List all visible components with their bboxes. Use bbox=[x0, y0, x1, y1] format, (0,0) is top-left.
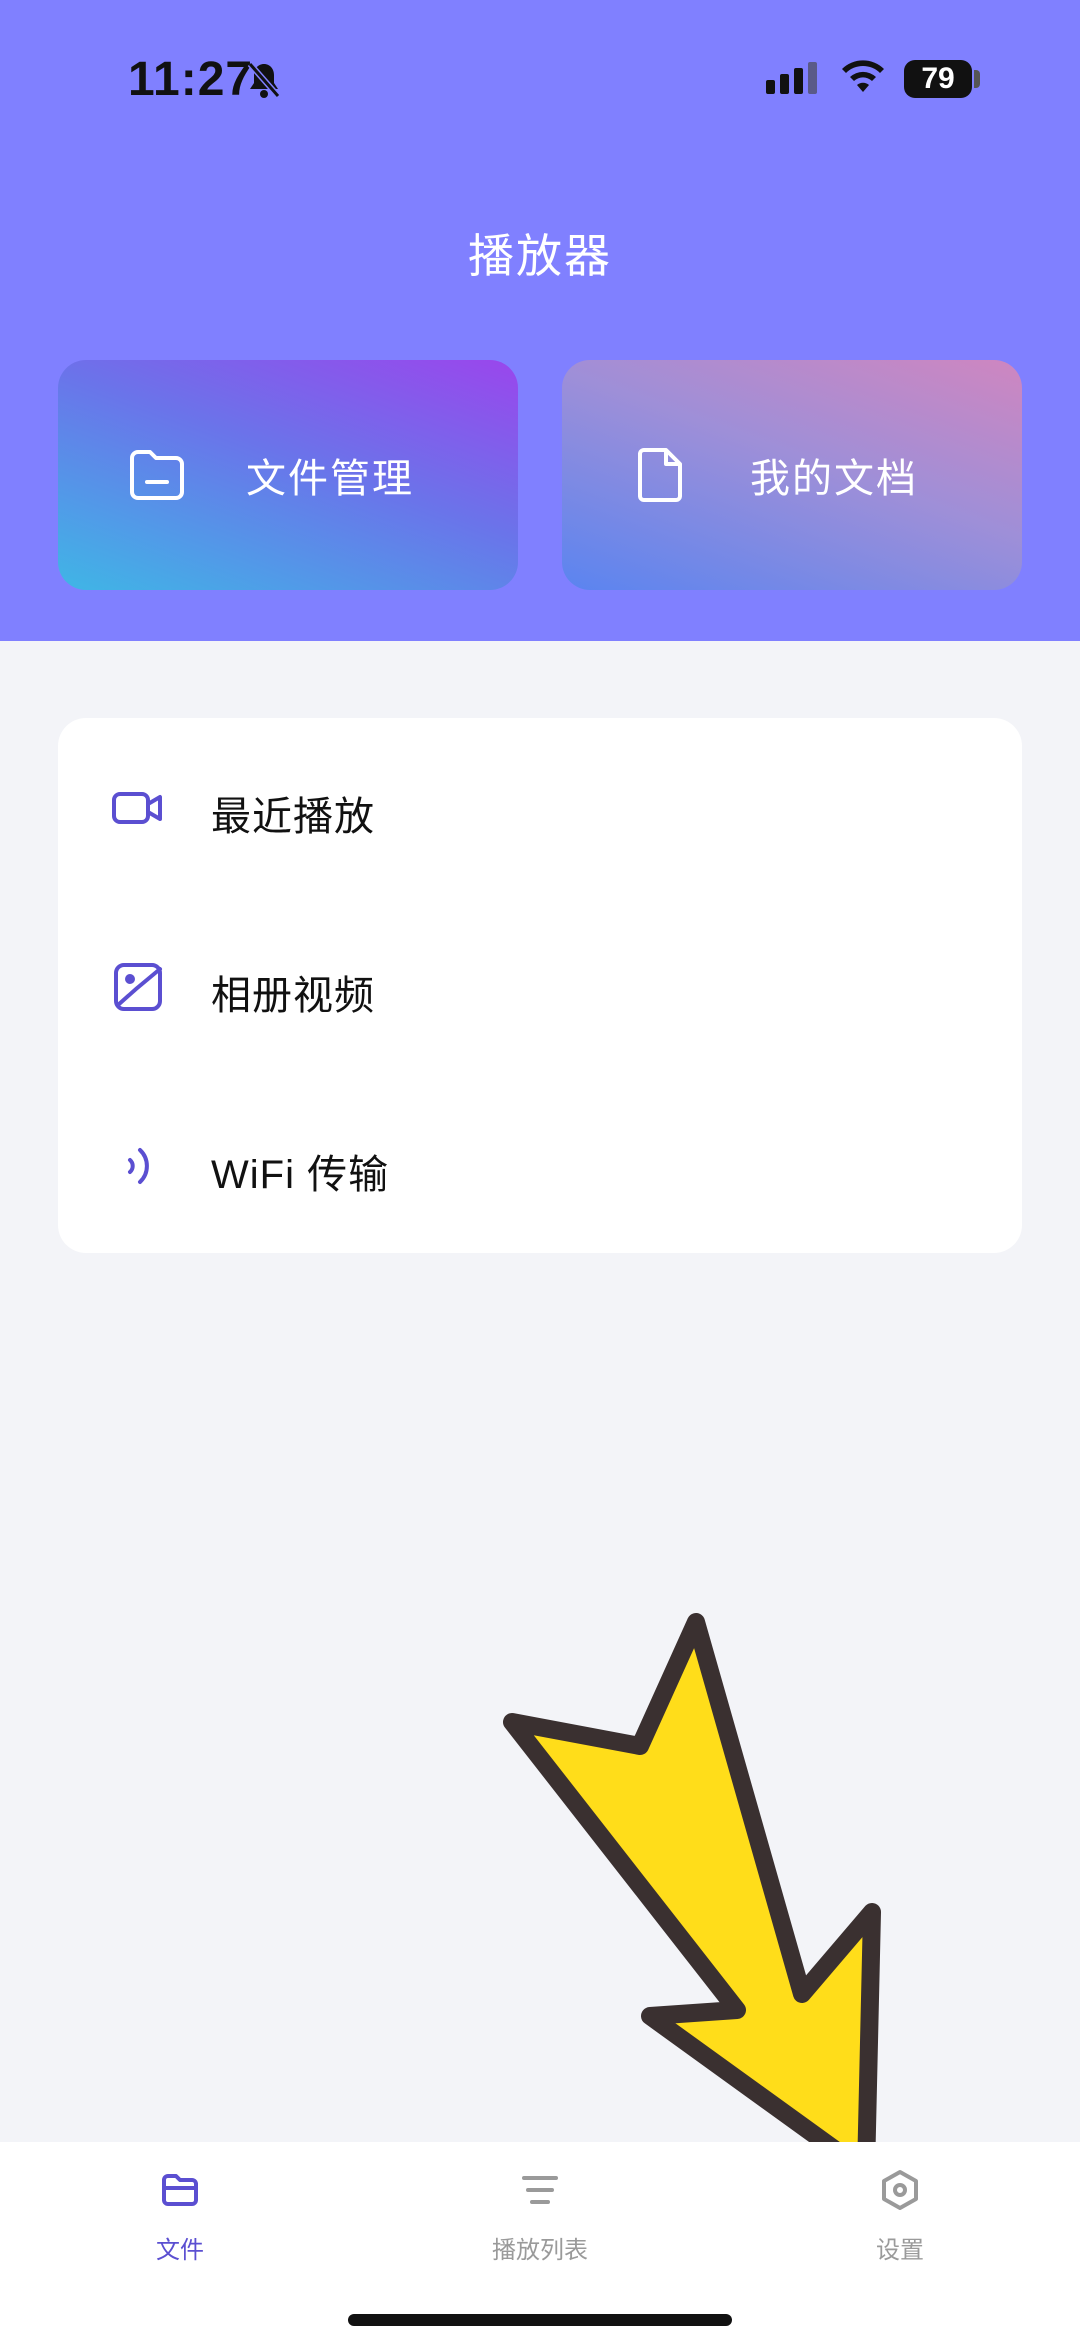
my-documents-label: 我的文档 bbox=[750, 457, 918, 501]
home-indicator bbox=[348, 2314, 732, 2326]
folder-icon bbox=[162, 2174, 198, 2206]
document-icon bbox=[638, 448, 682, 502]
file-manager-label: 文件管理 bbox=[246, 457, 414, 501]
menu-item-label: WiFi 传输 bbox=[211, 1153, 390, 1197]
tab-label: 文件 bbox=[156, 2237, 204, 2264]
annotation-arrow bbox=[503, 1613, 881, 2181]
file-manager-card[interactable]: 文件管理 bbox=[58, 360, 518, 590]
bell-muted-icon bbox=[247, 62, 281, 98]
menu-item-wifi-transfer[interactable]: WiFi 传输 bbox=[58, 1106, 1022, 1226]
page-title: 播放器 bbox=[468, 230, 612, 282]
app-header: 11:27 79 播放器 文件管理 我的文档 bbox=[0, 0, 1080, 641]
list-icon bbox=[522, 2176, 558, 2204]
folder-icon bbox=[130, 450, 184, 500]
menu-item-label: 最近播放 bbox=[211, 795, 375, 839]
tab-settings[interactable]: 设置 bbox=[800, 2142, 1000, 2292]
battery-level: 79 bbox=[921, 62, 955, 95]
tab-playlist[interactable]: 播放列表 bbox=[440, 2142, 640, 2292]
battery-indicator: 79 bbox=[904, 60, 972, 98]
tab-label: 播放列表 bbox=[492, 2237, 588, 2264]
wifi-status-icon bbox=[842, 60, 884, 92]
battery-cap bbox=[974, 70, 980, 88]
wifi-signal-icon bbox=[128, 1148, 149, 1184]
tab-label: 设置 bbox=[876, 2237, 924, 2264]
cellular-signal-icon bbox=[766, 62, 817, 94]
status-time: 11:27 bbox=[128, 53, 254, 106]
menu-item-recent-play[interactable]: 最近播放 bbox=[58, 748, 1022, 868]
menu-card: 最近播放 相册视频 WiFi 传输 bbox=[58, 718, 1022, 1253]
video-camera-icon bbox=[112, 792, 162, 824]
my-documents-card[interactable]: 我的文档 bbox=[562, 360, 1022, 590]
menu-item-label: 相册视频 bbox=[211, 974, 375, 1018]
menu-item-album-videos[interactable]: 相册视频 bbox=[58, 927, 1022, 1047]
tab-files[interactable]: 文件 bbox=[80, 2142, 280, 2292]
photo-gallery-icon bbox=[114, 963, 162, 1011]
hexagon-settings-icon bbox=[882, 2170, 918, 2210]
